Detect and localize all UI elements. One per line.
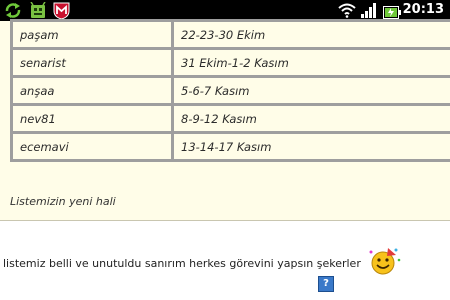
dates-cell: 22-23-30 Ekim — [171, 19, 450, 47]
table-row: paşam 22-23-30 Ekim — [10, 19, 450, 47]
party-smiley-icon — [366, 246, 402, 280]
clock: 20:13 — [402, 2, 444, 17]
dates-cell: 5-6-7 Kasım — [171, 75, 450, 103]
table-row: nev81 8-9-12 Kasım — [10, 103, 450, 131]
table-row: senarist 31 Ekim-1-2 Kasım — [10, 47, 450, 75]
help-icon[interactable]: ? — [318, 276, 334, 292]
name-cell: paşam — [10, 19, 171, 47]
schedule-table: paşam 22-23-30 Ekim senarist 31 Ekim-1-2… — [10, 19, 450, 162]
table-row: ecemavi 13-14-17 Kasım — [10, 131, 450, 162]
quote-caption: Listemizin yeni hali — [10, 195, 116, 208]
dates-cell: 13-14-17 Kasım — [171, 131, 450, 162]
post-text: listemiz belli ve unutuldu sanırım herke… — [3, 257, 361, 270]
name-cell: senarist — [10, 47, 171, 75]
dates-cell: 31 Ekim-1-2 Kasım — [171, 47, 450, 75]
dates-cell: 8-9-12 Kasım — [171, 103, 450, 131]
quote-block: paşam 22-23-30 Ekim senarist 31 Ekim-1-2… — [0, 19, 450, 221]
name-cell: nev81 — [10, 103, 171, 131]
status-bar: 20:13 — [0, 0, 450, 21]
name-cell: anşaa — [10, 75, 171, 103]
name-cell: ecemavi — [10, 131, 171, 162]
table-row: anşaa 5-6-7 Kasım — [10, 75, 450, 103]
